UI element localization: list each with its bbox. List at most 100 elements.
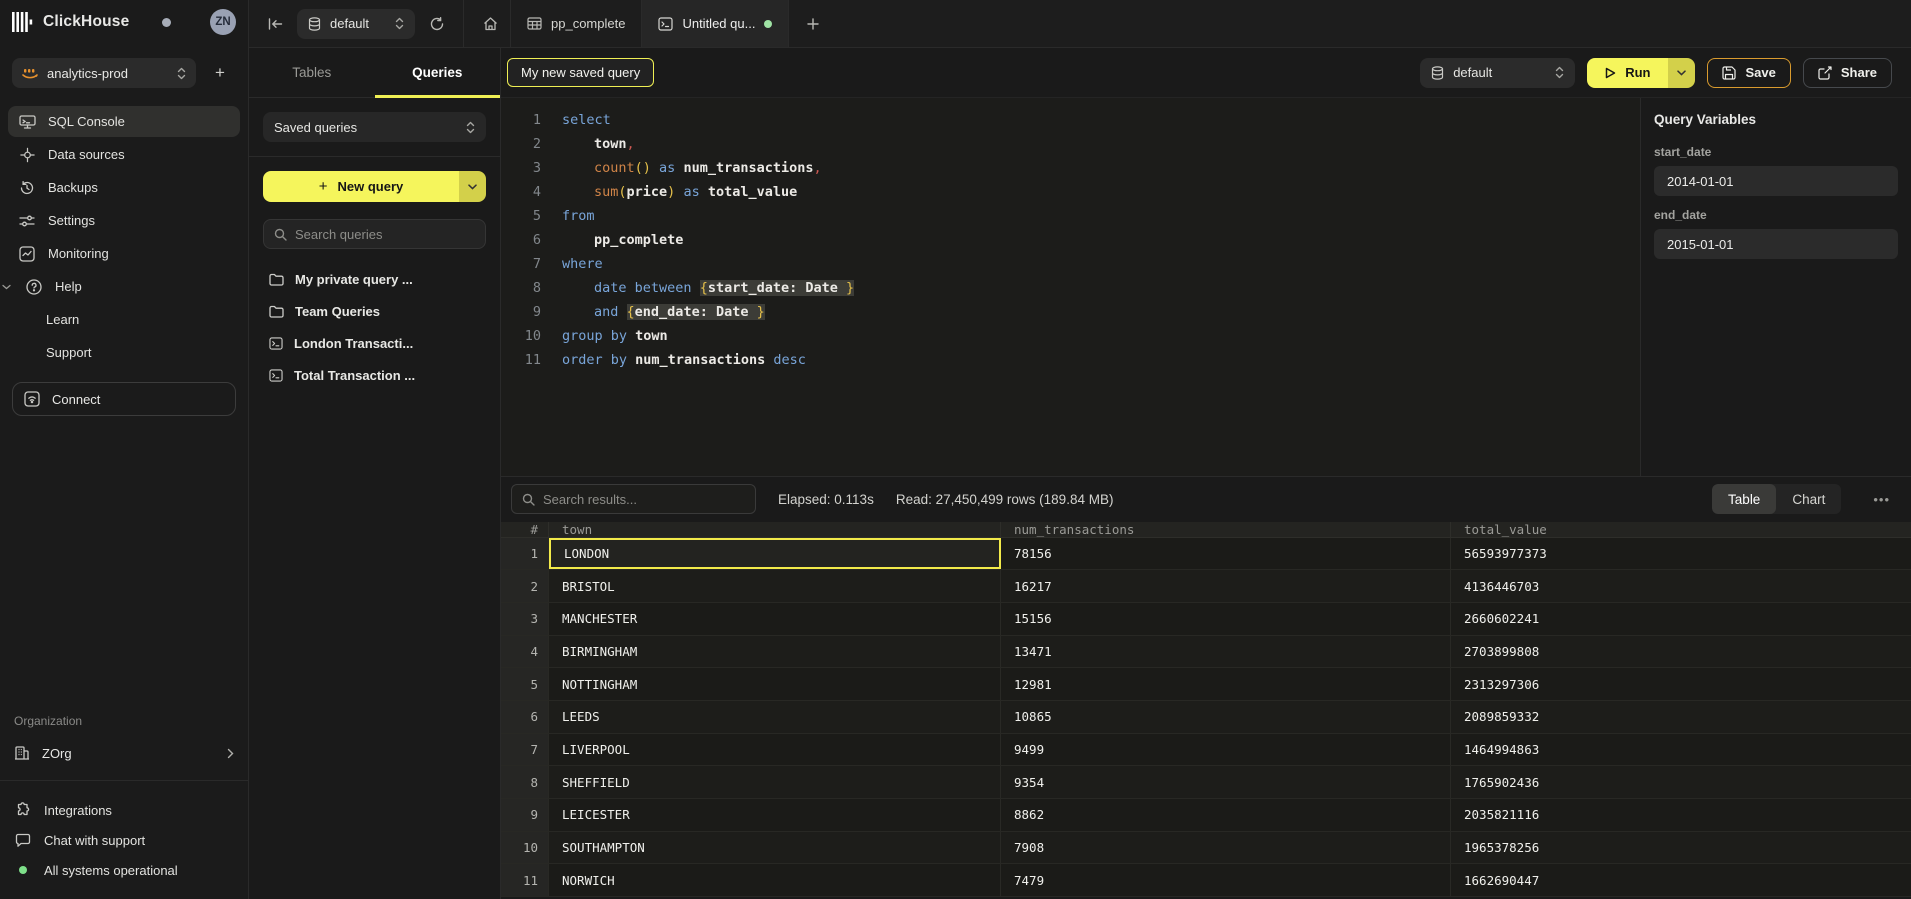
new-tab-button[interactable] xyxy=(797,8,829,40)
table-cell[interactable]: BIRMINGHAM xyxy=(549,636,1001,668)
run-button[interactable]: Run xyxy=(1587,58,1695,88)
sidebar-item-chat-support[interactable]: Chat with support xyxy=(0,825,248,855)
add-service-button[interactable]: + xyxy=(206,59,234,87)
table-cell[interactable]: 9354 xyxy=(1001,766,1451,798)
table-cell[interactable]: 2703899808 xyxy=(1451,636,1911,668)
table-cell[interactable]: 2089859332 xyxy=(1451,701,1911,733)
table-cell[interactable]: 12981 xyxy=(1001,668,1451,700)
column-header[interactable]: town xyxy=(549,522,1001,537)
table-cell[interactable]: 16217 xyxy=(1001,570,1451,602)
code-line[interactable]: 3count() as num_transactions, xyxy=(501,156,1640,180)
sidebar-item-help[interactable]: Help xyxy=(8,271,240,302)
table-cell[interactable]: LONDON xyxy=(549,538,1001,570)
line-number: 11 xyxy=(501,348,541,372)
saved-query-tab[interactable]: My new saved query xyxy=(507,58,654,87)
database-selector[interactable]: default xyxy=(297,9,415,39)
table-cell[interactable]: 1662690447 xyxy=(1451,864,1911,896)
refresh-icon[interactable] xyxy=(421,8,453,40)
system-status[interactable]: All systems operational xyxy=(0,855,248,885)
end-date-input[interactable]: 2015-01-01 xyxy=(1654,229,1898,259)
table-cell[interactable]: 2035821116 xyxy=(1451,799,1911,831)
tab-queries[interactable]: Queries xyxy=(375,48,501,97)
list-item-query[interactable]: Total Transaction ... xyxy=(263,359,486,391)
sidebar-item-backups[interactable]: Backups xyxy=(8,172,240,203)
table-cell[interactable]: 78156 xyxy=(1001,538,1451,570)
new-query-button[interactable]: + New query xyxy=(263,171,486,202)
sidebar-item-settings[interactable]: Settings xyxy=(8,205,240,236)
table-cell[interactable]: BRISTOL xyxy=(549,570,1001,602)
token: sum xyxy=(594,184,618,200)
tab-untitled-query[interactable]: Untitled qu... xyxy=(642,0,789,47)
saved-queries-selector[interactable]: Saved queries xyxy=(263,112,486,142)
share-button[interactable]: Share xyxy=(1803,58,1892,88)
table-cell[interactable]: 15156 xyxy=(1001,603,1451,635)
view-chart-button[interactable]: Chart xyxy=(1776,484,1841,514)
code-line[interactable]: 6pp_complete xyxy=(501,228,1640,252)
sidebar-item-sql-console[interactable]: SQL Console xyxy=(8,106,240,137)
table-cell[interactable]: NOTTINGHAM xyxy=(549,668,1001,700)
run-database-selector[interactable]: default xyxy=(1420,58,1575,88)
sql-editor[interactable]: 1select2town,3count() as num_transaction… xyxy=(501,98,1640,476)
list-item-folder[interactable]: Team Queries xyxy=(263,295,486,327)
table-cell[interactable]: LEEDS xyxy=(549,701,1001,733)
sidebar-item-monitoring[interactable]: Monitoring xyxy=(8,238,240,269)
table-cell[interactable]: 8862 xyxy=(1001,799,1451,831)
table-cell[interactable]: 1464994863 xyxy=(1451,734,1911,766)
table-cell[interactable]: 2313297306 xyxy=(1451,668,1911,700)
sidebar-item-learn[interactable]: Learn xyxy=(8,304,240,335)
table-cell[interactable]: LIVERPOOL xyxy=(549,734,1001,766)
table-cell[interactable]: 1765902436 xyxy=(1451,766,1911,798)
token xyxy=(618,304,626,320)
code-line[interactable]: 10group by town xyxy=(501,324,1640,348)
table-cell[interactable]: 1965378256 xyxy=(1451,832,1911,864)
list-item-folder[interactable]: My private query ... xyxy=(263,263,486,295)
sidebar-item-data-sources[interactable]: Data sources xyxy=(8,139,240,170)
code-line[interactable]: 2town, xyxy=(501,132,1640,156)
code-line[interactable]: 7where xyxy=(501,252,1640,276)
new-query-main[interactable]: + New query xyxy=(263,171,459,202)
run-button-main[interactable]: Run xyxy=(1587,58,1668,88)
table-cell[interactable]: 10865 xyxy=(1001,701,1451,733)
code-line[interactable]: 4sum(price) as total_value xyxy=(501,180,1640,204)
table-cell[interactable]: SOUTHAMPTON xyxy=(549,832,1001,864)
sidebar-item-support[interactable]: Support xyxy=(8,337,240,368)
run-options-button[interactable] xyxy=(1668,58,1695,88)
table-cell[interactable]: MANCHESTER xyxy=(549,603,1001,635)
workspace-selector[interactable]: analytics-prod xyxy=(12,58,196,88)
code-line[interactable]: 11order by num_transactions desc xyxy=(501,348,1640,372)
new-query-menu-button[interactable] xyxy=(459,171,486,202)
connect-button[interactable]: Connect xyxy=(12,382,236,416)
table-cell[interactable]: 7908 xyxy=(1001,832,1451,864)
code-line[interactable]: 8date between {start_date: Date } xyxy=(501,276,1640,300)
search-queries-input[interactable]: Search queries xyxy=(263,219,486,249)
table-cell[interactable]: 2660602241 xyxy=(1451,603,1911,635)
table-row: 8SHEFFIELD93541765902436 xyxy=(501,766,1911,799)
tab-tables[interactable]: Tables xyxy=(249,48,375,97)
table-cell[interactable]: NORWICH xyxy=(549,864,1001,896)
sidebar-item-integrations[interactable]: Integrations xyxy=(0,795,248,825)
search-results-input[interactable]: Search results... xyxy=(511,484,756,514)
table-cell[interactable]: 13471 xyxy=(1001,636,1451,668)
table-cell[interactable]: SHEFFIELD xyxy=(549,766,1001,798)
table-cell[interactable]: 4136446703 xyxy=(1451,570,1911,602)
start-date-input[interactable]: 2014-01-01 xyxy=(1654,166,1898,196)
more-options-icon[interactable]: ••• xyxy=(1863,492,1892,507)
tab-pp-complete[interactable]: pp_complete xyxy=(510,0,642,47)
column-header[interactable]: num_transactions xyxy=(1001,522,1451,537)
user-avatar[interactable]: ZN xyxy=(210,9,236,35)
table-cell[interactable]: 9499 xyxy=(1001,734,1451,766)
view-table-button[interactable]: Table xyxy=(1712,484,1776,514)
collapse-sidebar-icon[interactable] xyxy=(259,8,291,40)
column-header[interactable]: total_value xyxy=(1451,522,1911,537)
table-cell[interactable]: LEICESTER xyxy=(549,799,1001,831)
code-line[interactable]: 1select xyxy=(501,108,1640,132)
code-line[interactable]: 9and {end_date: Date } xyxy=(501,300,1640,324)
table-cell[interactable]: 56593977373 xyxy=(1451,538,1911,570)
save-button[interactable]: Save xyxy=(1707,58,1790,88)
table-cell[interactable]: 7479 xyxy=(1001,864,1451,896)
home-icon[interactable] xyxy=(474,8,506,40)
organization-selector[interactable]: ZOrg xyxy=(0,738,248,768)
column-header[interactable]: # xyxy=(501,522,549,537)
code-line[interactable]: 5from xyxy=(501,204,1640,228)
list-item-query[interactable]: London Transacti... xyxy=(263,327,486,359)
